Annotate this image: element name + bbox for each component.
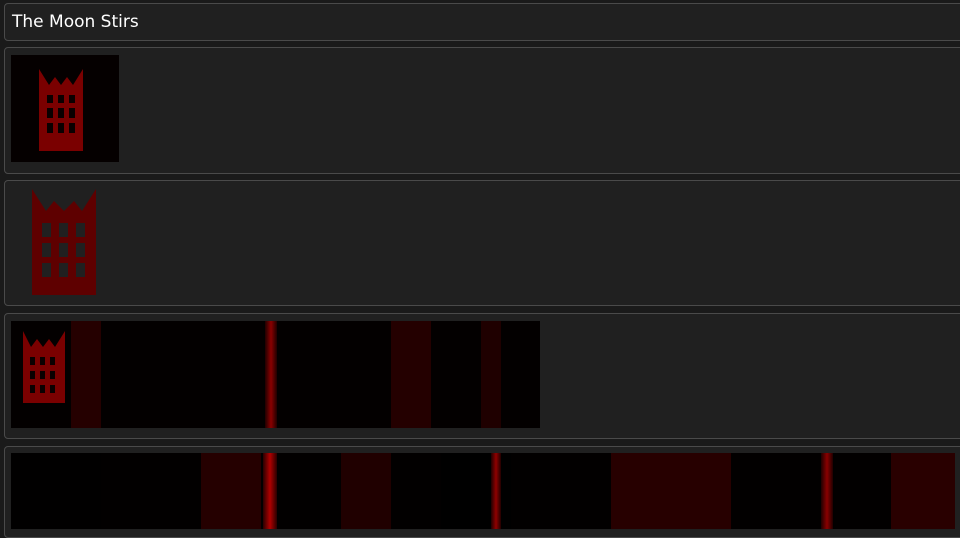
image-row-2[interactable] <box>4 180 960 306</box>
castle-icon-small-image <box>11 55 119 162</box>
red-forest-banner-image <box>11 453 955 529</box>
castle-gate-icon <box>32 189 96 295</box>
title-bar: The Moon Stirs <box>4 3 960 41</box>
image-row-4[interactable] <box>4 446 960 538</box>
castle-icon-plain-image <box>32 189 96 297</box>
castle-forest-banner-image <box>11 321 540 428</box>
image-row-3[interactable] <box>4 313 960 439</box>
image-row-1[interactable] <box>4 47 960 174</box>
castle-gate-icon <box>23 331 65 403</box>
castle-gate-icon <box>39 69 83 151</box>
page-title: The Moon Stirs <box>12 12 139 32</box>
